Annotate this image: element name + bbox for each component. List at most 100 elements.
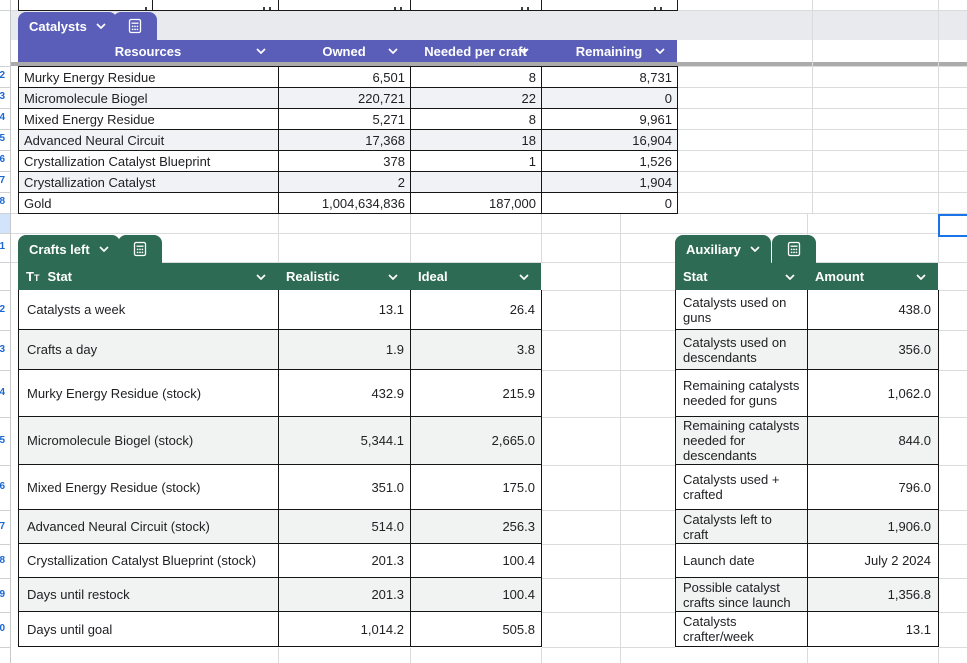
cell[interactable]: Catalysts left to craft: [676, 510, 808, 544]
column-header-owned[interactable]: Owned: [278, 40, 410, 62]
cell[interactable]: 17,368: [279, 130, 411, 151]
column-header-stat[interactable]: Stat: [675, 263, 807, 290]
cell[interactable]: Advanced Neural Circuit (stock): [19, 510, 279, 544]
cell[interactable]: 215.9: [411, 370, 542, 417]
cell[interactable]: 8,731: [542, 67, 678, 88]
cell[interactable]: Crystallization Catalyst Blueprint (stoc…: [19, 544, 279, 578]
cell[interactable]: 1,062.0: [808, 370, 939, 417]
cell[interactable]: 514.0: [279, 510, 411, 544]
gutter-border: [10, 0, 11, 663]
cell[interactable]: 16,904: [542, 130, 678, 151]
cell[interactable]: Catalysts used + crafted: [676, 465, 808, 510]
column-header-ideal[interactable]: Ideal: [410, 263, 541, 290]
cell[interactable]: 0: [542, 88, 678, 109]
cell[interactable]: 187,000: [411, 193, 542, 214]
cell[interactable]: 1.9: [279, 330, 411, 370]
cell[interactable]: 1,004,634,836: [279, 193, 411, 214]
table-chip-catalysts[interactable]: Catalysts: [18, 12, 117, 40]
cell[interactable]: 100.4: [411, 578, 542, 612]
cell[interactable]: 3.8: [411, 330, 542, 370]
cell[interactable]: 1,526: [542, 151, 678, 172]
cell[interactable]: Catalysts a week: [19, 290, 279, 330]
cell[interactable]: 432.9: [279, 370, 411, 417]
clipped-text-fragment: [400, 7, 402, 10]
cell[interactable]: 175.0: [411, 465, 542, 510]
cell[interactable]: 256.3: [411, 510, 542, 544]
cell[interactable]: July 2 2024: [808, 544, 939, 578]
cell[interactable]: Remaining catalysts needed for guns: [676, 370, 808, 417]
cell[interactable]: 201.3: [279, 578, 411, 612]
gutter-gridline: [0, 150, 10, 151]
selected-cell[interactable]: [938, 214, 967, 237]
column-header-needed-per-craft[interactable]: Needed per craft: [410, 40, 541, 62]
cell[interactable]: 378: [279, 151, 411, 172]
cell[interactable]: 220,721: [279, 88, 411, 109]
column-header-label: Resources: [114, 43, 182, 59]
cell[interactable]: Murky Energy Residue: [19, 67, 279, 88]
cell[interactable]: 22: [411, 88, 542, 109]
table-chip-crafts-left[interactable]: Crafts left: [18, 235, 120, 263]
table-menu-button-auxiliary[interactable]: [772, 235, 816, 263]
cell[interactable]: 18: [411, 130, 542, 151]
cell[interactable]: 13.1: [808, 612, 939, 647]
gridline: [678, 87, 967, 88]
gutter-gridline: [0, 87, 10, 88]
cell[interactable]: 6,501: [279, 67, 411, 88]
cell[interactable]: Remaining catalysts needed for descendan…: [676, 417, 808, 465]
cell[interactable]: 100.4: [411, 544, 542, 578]
cell[interactable]: 796.0: [808, 465, 939, 510]
column-header-realistic[interactable]: Realistic: [278, 263, 410, 290]
column-header-amount[interactable]: Amount: [807, 263, 938, 290]
cell[interactable]: Micromolecule Biogel: [19, 88, 279, 109]
cell[interactable]: Days until restock: [19, 578, 279, 612]
cell[interactable]: 1,014.2: [279, 612, 411, 647]
cell[interactable]: Murky Energy Residue (stock): [19, 370, 279, 417]
cell[interactable]: 1,904: [542, 172, 678, 193]
column-header-remaining[interactable]: Remaining: [541, 40, 677, 62]
row-number-fragment: 8: [0, 196, 5, 207]
cell[interactable]: 201.3: [279, 544, 411, 578]
table-menu-button-catalysts[interactable]: [113, 12, 157, 40]
cell[interactable]: 438.0: [808, 290, 939, 330]
cell[interactable]: Mixed Energy Residue (stock): [19, 465, 279, 510]
cell[interactable]: 2: [279, 172, 411, 193]
cell[interactable]: 9,961: [542, 109, 678, 130]
cell[interactable]: 8: [411, 67, 542, 88]
cell[interactable]: Catalysts used on guns: [676, 290, 808, 330]
cell[interactable]: 1: [411, 151, 542, 172]
cell[interactable]: 351.0: [279, 465, 411, 510]
cell[interactable]: Mixed Energy Residue: [19, 109, 279, 130]
gutter-gridline: [0, 66, 10, 67]
cell[interactable]: Launch date: [676, 544, 808, 578]
cell[interactable]: Crafts a day: [19, 330, 279, 370]
column-header-stat[interactable]: T T Stat: [18, 263, 278, 290]
row-header-gutter[interactable]: 2 3 4 5 6 7 8 1 2 3 4 5 6 7 8 9 0: [0, 0, 10, 663]
cell[interactable]: Catalysts crafter/week: [676, 612, 808, 647]
column-header-resources[interactable]: Resources: [18, 40, 278, 62]
cell[interactable]: [411, 172, 542, 193]
cell[interactable]: 356.0: [808, 330, 939, 370]
cell[interactable]: Micromolecule Biogel (stock): [19, 417, 279, 465]
cell[interactable]: 26.4: [411, 290, 542, 330]
cell[interactable]: Days until goal: [19, 612, 279, 647]
cell[interactable]: 2,665.0: [411, 417, 542, 465]
cell[interactable]: Crystallization Catalyst Blueprint: [19, 151, 279, 172]
cell[interactable]: 1,906.0: [808, 510, 939, 544]
cell[interactable]: 844.0: [808, 417, 939, 465]
cell[interactable]: 5,344.1: [279, 417, 411, 465]
cell[interactable]: 1,356.8: [808, 578, 939, 612]
cell[interactable]: Possible catalyst crafts since launch: [676, 578, 808, 612]
cell[interactable]: Crystallization Catalyst: [19, 172, 279, 193]
table-menu-button-crafts-left[interactable]: [118, 235, 162, 263]
calculator-icon: [128, 18, 142, 34]
cell[interactable]: Advanced Neural Circuit: [19, 130, 279, 151]
cell[interactable]: 505.8: [411, 612, 542, 647]
cell[interactable]: Gold: [19, 193, 279, 214]
cell[interactable]: 5,271: [279, 109, 411, 130]
cell[interactable]: 0: [542, 193, 678, 214]
cell[interactable]: Catalysts used on descendants: [676, 330, 808, 370]
table-chip-auxiliary[interactable]: Auxiliary: [675, 235, 771, 263]
table-border: [152, 0, 153, 10]
cell[interactable]: 8: [411, 109, 542, 130]
cell[interactable]: 13.1: [279, 290, 411, 330]
